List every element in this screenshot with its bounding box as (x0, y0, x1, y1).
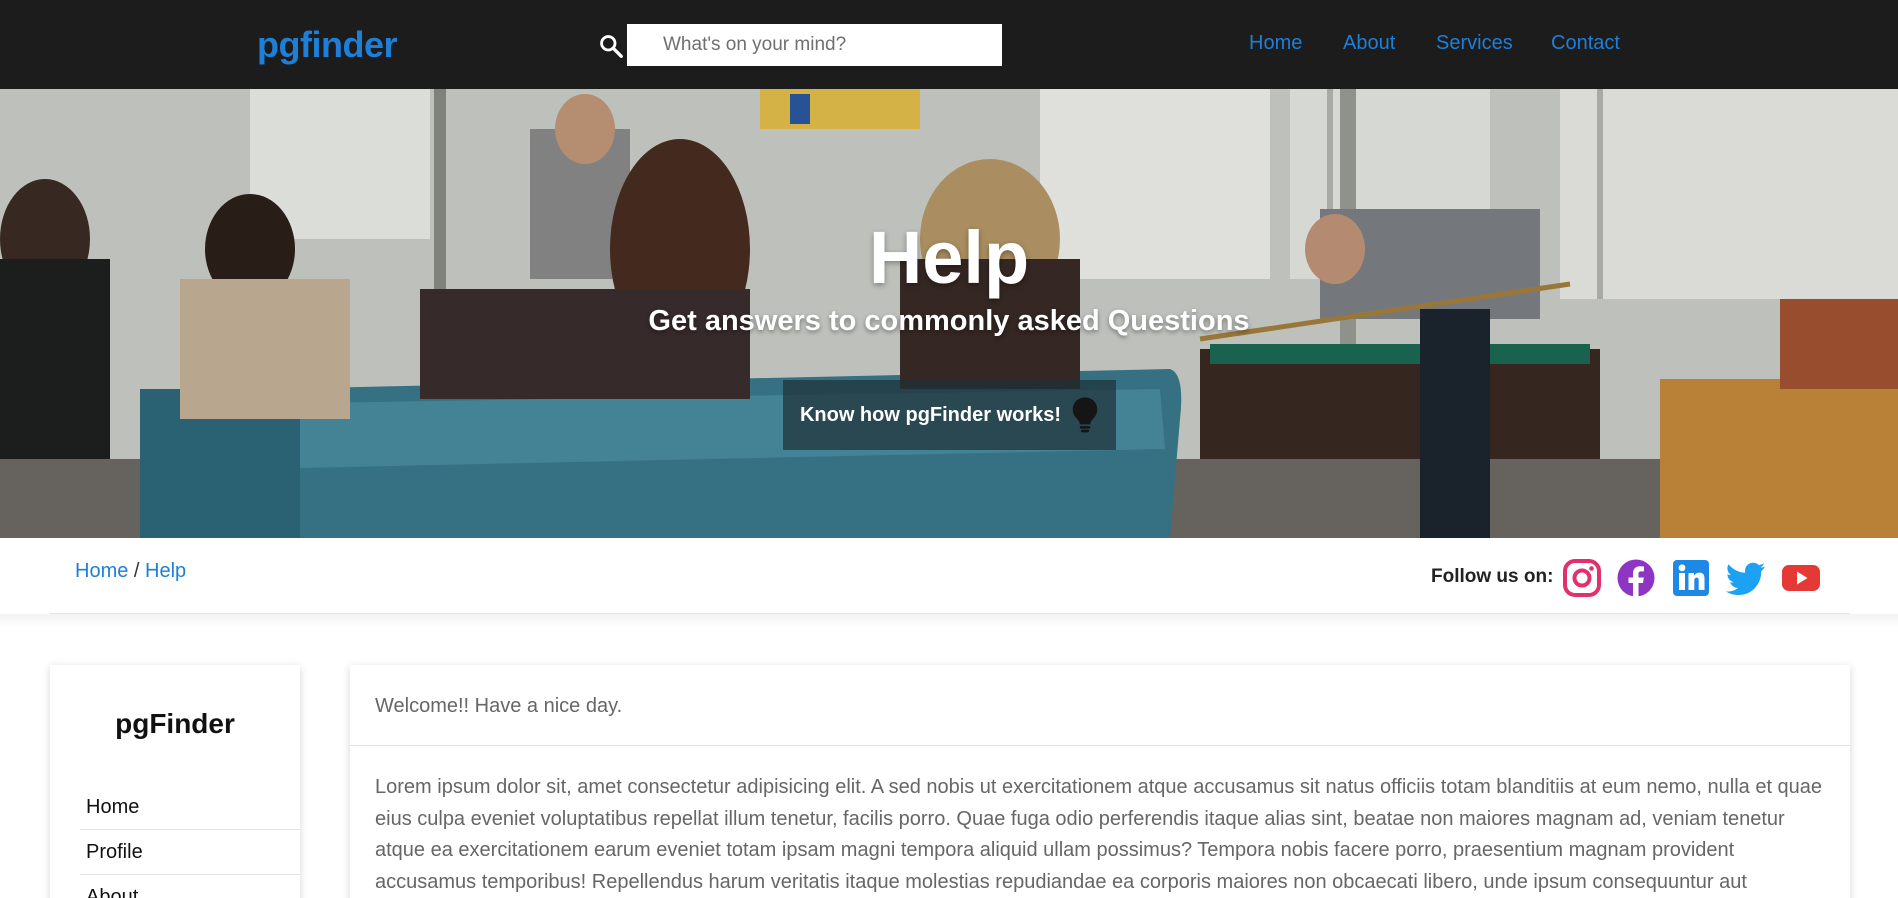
lightbulb-icon (1072, 397, 1098, 433)
facebook-icon[interactable] (1616, 558, 1656, 598)
nav-link-about[interactable]: About (1343, 32, 1395, 55)
nav-link-contact[interactable]: Contact (1551, 32, 1620, 55)
nav-link-home[interactable]: Home (1249, 32, 1302, 55)
linkedin-icon[interactable] (1671, 558, 1711, 598)
nav-links: Home About Services Contact (0, 32, 1898, 58)
top-navbar: pgfinder Home About Services Contact (0, 0, 1898, 89)
how-it-works-button[interactable]: Know how pgFinder works! (783, 380, 1116, 450)
breadcrumb-current: Help (145, 560, 187, 582)
sidebar-item-home[interactable]: Home (80, 785, 300, 830)
follow-us-label: Follow us on: (1431, 566, 1554, 587)
sidebar-item-profile[interactable]: Profile (80, 830, 300, 875)
hero-banner: Help Get answers to commonly asked Quest… (0, 89, 1898, 538)
card-greeting: Welcome!! Have a nice day. (350, 665, 1850, 746)
youtube-icon[interactable] (1781, 558, 1821, 598)
sidebar: pgFinder Home Profile About (50, 665, 300, 898)
sidebar-item-about[interactable]: About (80, 875, 300, 898)
breadcrumb-separator: / (133, 560, 140, 582)
nav-link-services[interactable]: Services (1436, 32, 1513, 55)
section-band (0, 614, 1898, 628)
breadcrumb-home[interactable]: Home (75, 560, 128, 582)
twitter-icon[interactable] (1726, 558, 1766, 598)
breadcrumb: Home / Help (75, 560, 186, 583)
hero-subtitle: Get answers to commonly asked Questions (648, 305, 1250, 337)
sidebar-title: pgFinder (115, 708, 235, 739)
how-it-works-label: Know how pgFinder works! (799, 403, 1062, 426)
content-card: Welcome!! Have a nice day. Lorem ipsum d… (350, 665, 1850, 898)
instagram-icon[interactable] (1562, 558, 1602, 598)
hero-title: Help (868, 216, 1030, 299)
card-body-text: Lorem ipsum dolor sit, amet consectetur … (375, 776, 1823, 893)
